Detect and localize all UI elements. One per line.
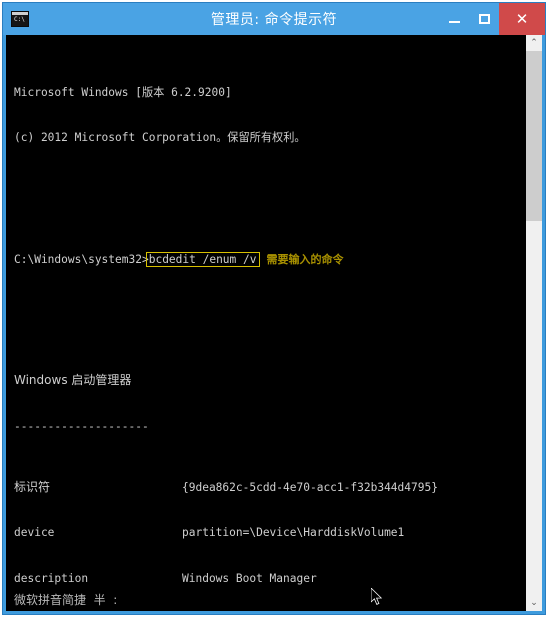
row: description Windows Boot Manager [14,571,317,585]
banner-line-2: (c) 2012 Microsoft Corporation。保留所有权利。 [14,131,306,145]
scroll-down-icon[interactable]: ⌄ [526,595,542,611]
title-bar[interactable]: 管理员: 命令提示符 ✕ [3,3,545,35]
command-prompt-window: 管理员: 命令提示符 ✕ Microsoft Windows [版本 6.2.9… [2,2,546,615]
minimize-icon [448,21,460,23]
ime-status: 微软拼音简捷 半 : [14,593,118,607]
vertical-scrollbar[interactable]: ⌃ ⌄ [525,35,542,611]
close-button[interactable]: ✕ [499,3,545,35]
scroll-up-icon[interactable]: ⌃ [526,35,542,51]
console-area: Microsoft Windows [版本 6.2.9200] (c) 2012… [6,35,542,611]
prompt-1: C:\Windows\system32> [14,252,149,266]
terminal-text: Microsoft Windows [版本 6.2.9200] (c) 2012… [14,39,525,611]
banner-line-1: Microsoft Windows [版本 6.2.9200] [14,85,232,99]
minimize-button[interactable] [439,3,469,35]
maximize-button[interactable] [469,3,499,35]
row: device partition=\Device\HarddiskVolume1 [14,526,405,540]
section1-rule: -------------------- [14,419,149,433]
close-icon: ✕ [515,9,529,28]
console-output[interactable]: Microsoft Windows [版本 6.2.9200] (c) 2012… [6,35,525,611]
window-controls: ✕ [439,3,545,35]
maximize-icon [478,14,490,24]
scrollbar-thumb[interactable] [526,51,542,221]
command-annotation: 需要输入的命令 [266,252,344,266]
console-icon [11,11,29,27]
command-highlight-box: bcdedit /enum /v [145,251,260,267]
row: 标识符 {9dea862c-5cdd-4e70-acc1-f32b344d4795… [14,479,438,494]
section1-title: Windows 启动管理器 [14,373,132,388]
command-line: C:\Windows\system32>bcdedit /enum /v 需要输入… [14,251,525,267]
